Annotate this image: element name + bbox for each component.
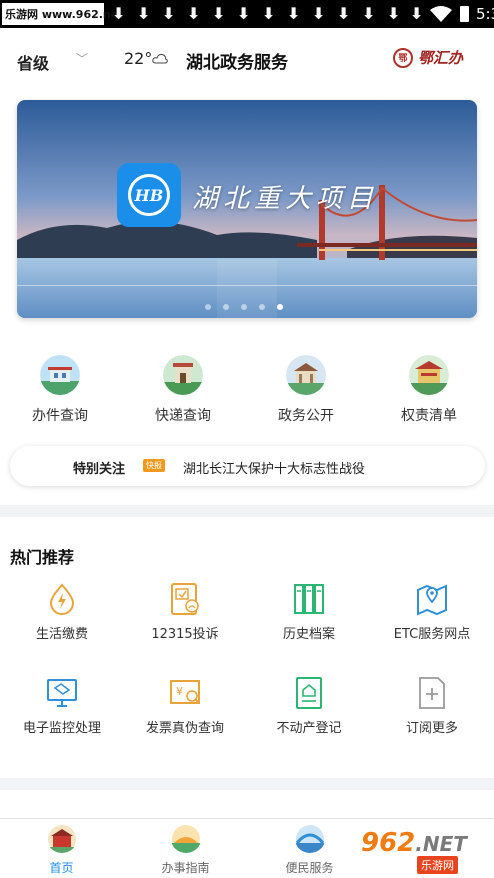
section-divider bbox=[0, 778, 494, 790]
carousel-dot-active[interactable] bbox=[277, 304, 283, 310]
complaint-icon bbox=[168, 582, 202, 616]
property-icon bbox=[292, 676, 326, 710]
guide-icon bbox=[170, 825, 201, 853]
carousel-dot[interactable] bbox=[259, 304, 265, 310]
status-time: 5:35 bbox=[476, 5, 494, 23]
section-divider bbox=[0, 505, 494, 517]
tab-label: 便民服务 bbox=[285, 861, 334, 875]
service-icon bbox=[294, 825, 325, 853]
home-icon bbox=[46, 825, 77, 853]
region-selector[interactable]: 省级 bbox=[17, 50, 49, 74]
carousel-dot[interactable] bbox=[205, 304, 211, 310]
hot-item-property[interactable]: 不动产登记 bbox=[247, 676, 371, 736]
chevron-down-icon[interactable]: ﹀ bbox=[76, 50, 88, 67]
banner-carousel[interactable]: HB 湖北重大项目 bbox=[17, 100, 477, 318]
hot-item-complaint[interactable]: 12315投诉 bbox=[123, 582, 247, 642]
download-icon: ⬇ bbox=[162, 4, 176, 23]
battery-icon bbox=[460, 6, 469, 22]
banner-logo-icon: HB bbox=[117, 163, 181, 227]
app-logo: 鄂 鄂汇办 bbox=[393, 47, 463, 68]
download-icon: ⬇ bbox=[410, 4, 424, 23]
quick-entry-express-query[interactable]: 快递查询 bbox=[123, 355, 243, 425]
hot-item-monitor[interactable]: 电子监控处理 bbox=[0, 676, 124, 736]
download-icon: ⬇ bbox=[112, 4, 126, 23]
quick-entry-case-query[interactable]: 办件查询 bbox=[0, 355, 120, 425]
download-icon: ⬇ bbox=[337, 4, 351, 23]
map-pin-icon bbox=[415, 582, 449, 616]
section-title-hot: 热门推荐 bbox=[10, 548, 75, 567]
power-list-icon bbox=[409, 355, 449, 395]
watermark-site: 乐游网 bbox=[417, 856, 458, 874]
notice-title: 特别关注 bbox=[73, 462, 126, 477]
quick-entry-label: 权责清单 bbox=[401, 408, 457, 424]
download-icon: ⬇ bbox=[212, 4, 226, 23]
watermark-logo: 962.NET bbox=[361, 828, 467, 858]
download-icon: ⬇ bbox=[237, 4, 251, 23]
logo-text: 鄂汇办 bbox=[418, 49, 464, 67]
tab-service[interactable]: 便民服务 bbox=[248, 825, 371, 876]
tab-label: 首页 bbox=[49, 861, 74, 875]
cloud-icon bbox=[152, 53, 168, 64]
download-icon: ⬇ bbox=[287, 4, 301, 23]
add-more-icon bbox=[415, 676, 449, 710]
download-icon: ⬇ bbox=[262, 4, 276, 23]
download-icon: ⬇ bbox=[137, 4, 151, 23]
svg-text:¥: ¥ bbox=[176, 685, 183, 698]
monitor-icon bbox=[45, 676, 79, 710]
weather-temperature: 22° bbox=[124, 49, 153, 68]
hot-item-label: ETC服务网点 bbox=[393, 627, 471, 642]
carousel-dot[interactable] bbox=[223, 304, 229, 310]
hot-item-etc-outlets[interactable]: ETC服务网点 bbox=[370, 582, 494, 642]
quick-entry-label: 办件查询 bbox=[32, 408, 88, 424]
archive-icon bbox=[292, 582, 326, 616]
hot-item-label: 历史档案 bbox=[282, 627, 335, 642]
hot-item-invoice[interactable]: ¥ 发票真伪查询 bbox=[123, 676, 247, 736]
download-icon: ⬇ bbox=[312, 4, 326, 23]
special-attention-bar[interactable]: 特别关注 快报 湖北长江大保护十大标志性战役 bbox=[10, 446, 485, 486]
hot-item-archive[interactable]: 历史档案 bbox=[247, 582, 371, 642]
hot-item-label: 12315投诉 bbox=[151, 627, 219, 642]
download-icon: ⬇ bbox=[187, 4, 201, 23]
quick-entry-label: 快递查询 bbox=[155, 408, 211, 424]
hot-item-subscribe-more[interactable]: 订阅更多 bbox=[370, 676, 494, 736]
seal-icon: 鄂 bbox=[393, 47, 413, 68]
notice-headline[interactable]: 湖北长江大保护十大标志性战役 bbox=[183, 458, 365, 477]
gov-open-icon bbox=[286, 355, 326, 395]
download-icon: ⬇ bbox=[362, 4, 376, 23]
status-bar: 乐游网 www.962.net ⬇ ⬇ ⬇ ⬇ ⬇ ⬇ ⬇ ⬇ ⬇ ⬇ ⬇ ⬇ … bbox=[0, 0, 494, 28]
quick-entry-gov-open[interactable]: 政务公开 bbox=[246, 355, 366, 425]
carousel-indicator bbox=[205, 304, 283, 310]
news-badge: 快报 bbox=[143, 459, 165, 472]
app-header: 省级 ﹀ 22° 湖北政务服务 鄂 鄂汇办 bbox=[0, 28, 494, 92]
page-title: 湖北政务服务 bbox=[186, 53, 288, 73]
utility-payment-icon bbox=[45, 582, 79, 616]
tab-home[interactable]: 首页 bbox=[0, 825, 123, 876]
site-watermark: 962.NET 乐游网 bbox=[355, 826, 489, 874]
wifi-icon bbox=[430, 6, 452, 22]
hot-item-label: 生活缴费 bbox=[35, 627, 88, 642]
invoice-icon: ¥ bbox=[168, 676, 202, 710]
tab-label: 办事指南 bbox=[161, 861, 210, 875]
hot-item-label: 电子监控处理 bbox=[22, 721, 101, 736]
hot-item-label: 订阅更多 bbox=[405, 721, 458, 736]
carousel-dot[interactable] bbox=[241, 304, 247, 310]
hot-item-label: 发票真伪查询 bbox=[145, 721, 224, 736]
quick-entry-power-list[interactable]: 权责清单 bbox=[369, 355, 489, 425]
banner-headline: 湖北重大项目 bbox=[192, 184, 379, 214]
case-query-icon bbox=[40, 355, 80, 395]
hot-item-utility-payment[interactable]: 生活缴费 bbox=[0, 582, 124, 642]
download-icon: ⬇ bbox=[387, 4, 401, 23]
express-query-icon bbox=[163, 355, 203, 395]
tab-guide[interactable]: 办事指南 bbox=[124, 825, 247, 876]
status-site-label: 乐游网 www.962.net bbox=[2, 3, 123, 25]
quick-entries: 办件查询 快递查询 政务公开 权责清单 bbox=[0, 355, 494, 435]
hot-item-label: 不动产登记 bbox=[276, 721, 342, 736]
quick-entry-label: 政务公开 bbox=[278, 408, 334, 424]
